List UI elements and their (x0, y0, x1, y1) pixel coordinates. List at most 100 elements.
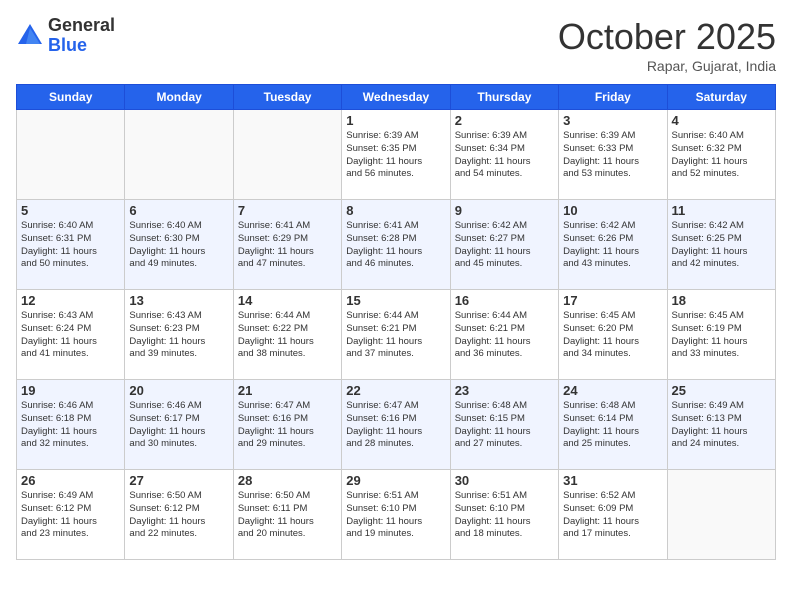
calendar-cell: 14 Sunrise: 6:44 AM Sunset: 6:22 PM Dayli… (233, 290, 341, 380)
calendar-cell: 6Sunrise: 6:40 AM Sunset: 6:30 PM Daylig… (125, 200, 233, 290)
calendar-cell (667, 470, 775, 560)
day-header-friday: Friday (559, 85, 667, 110)
calendar-cell (125, 110, 233, 200)
week-row-3: 12Sunrise: 6:43 AM Sunset: 6:24 PM Dayli… (17, 290, 776, 380)
page: General Blue October 2025 Rapar, Gujarat… (0, 0, 792, 612)
cell-info: Sunrise: 6:39 AM Sunset: 6:34 PM Dayligh… (455, 130, 554, 181)
cell-date: 14 (238, 293, 337, 308)
cell-info: Sunrise: 6:48 AM Sunset: 6:15 PM Dayligh… (455, 400, 554, 451)
calendar-cell: 15 Sunrise: 6:44 AM Sunset: 6:21 PM Dayli… (342, 290, 450, 380)
cell-date: 20 (129, 383, 228, 398)
location: Rapar, Gujarat, India (558, 58, 776, 74)
calendar-cell: 8 Sunrise: 6:41 AM Sunset: 6:28 PM Daylig… (342, 200, 450, 290)
cell-info: Sunrise: 6:51 AM Sunset: 6:10 PM Dayligh… (346, 490, 445, 541)
cell-date: 19 (21, 383, 120, 398)
cell-info: Sunrise: 6:50 AM Sunset: 6:12 PM Dayligh… (129, 490, 228, 541)
calendar-cell: 26Sunrise: 6:49 AM Sunset: 6:12 PM Dayli… (17, 470, 125, 560)
cell-info: Sunrise: 6:47 AM Sunset: 6:16 PM Dayligh… (238, 400, 337, 451)
logo-blue-text: Blue (48, 36, 115, 56)
calendar-cell: 12Sunrise: 6:43 AM Sunset: 6:24 PM Dayli… (17, 290, 125, 380)
calendar-cell: 24 Sunrise: 6:48 AM Sunset: 6:14 PM Dayli… (559, 380, 667, 470)
cell-info: Sunrise: 6:44 AM Sunset: 6:22 PM Dayligh… (238, 310, 337, 361)
calendar-cell: 5 Sunrise: 6:40 AM Sunset: 6:31 PM Daylig… (17, 200, 125, 290)
cell-date: 27 (129, 473, 228, 488)
calendar-cell: 30 Sunrise: 6:51 AM Sunset: 6:10 PM Dayli… (450, 470, 558, 560)
calendar-cell: 23 Sunrise: 6:48 AM Sunset: 6:15 PM Dayli… (450, 380, 558, 470)
cell-date: 1 (346, 113, 445, 128)
calendar-cell: 11 Sunrise: 6:42 AM Sunset: 6:25 PM Dayli… (667, 200, 775, 290)
logo-icon (16, 22, 44, 50)
calendar-cell: 2 Sunrise: 6:39 AM Sunset: 6:34 PM Daylig… (450, 110, 558, 200)
cell-info: Sunrise: 6:43 AM Sunset: 6:24 PM Dayligh… (21, 310, 120, 361)
calendar-cell: 13Sunrise: 6:43 AM Sunset: 6:23 PM Dayli… (125, 290, 233, 380)
logo: General Blue (16, 16, 115, 56)
cell-info: Sunrise: 6:40 AM Sunset: 6:32 PM Dayligh… (672, 130, 771, 181)
cell-info: Sunrise: 6:43 AM Sunset: 6:23 PM Dayligh… (129, 310, 228, 361)
calendar-cell: 1 Sunrise: 6:39 AM Sunset: 6:35 PM Daylig… (342, 110, 450, 200)
cell-date: 30 (455, 473, 554, 488)
day-header-monday: Monday (125, 85, 233, 110)
calendar-cell: 27 Sunrise: 6:50 AM Sunset: 6:12 PM Dayli… (125, 470, 233, 560)
calendar-cell: 4 Sunrise: 6:40 AM Sunset: 6:32 PM Daylig… (667, 110, 775, 200)
calendar-cell (233, 110, 341, 200)
cell-info: Sunrise: 6:42 AM Sunset: 6:25 PM Dayligh… (672, 220, 771, 271)
cell-info: Sunrise: 6:41 AM Sunset: 6:29 PM Dayligh… (238, 220, 337, 271)
calendar-cell: 28Sunrise: 6:50 AM Sunset: 6:11 PM Dayli… (233, 470, 341, 560)
week-row-1: 1 Sunrise: 6:39 AM Sunset: 6:35 PM Daylig… (17, 110, 776, 200)
cell-info: Sunrise: 6:39 AM Sunset: 6:35 PM Dayligh… (346, 130, 445, 181)
calendar-cell: 16 Sunrise: 6:44 AM Sunset: 6:21 PM Dayli… (450, 290, 558, 380)
header: General Blue October 2025 Rapar, Gujarat… (16, 16, 776, 74)
calendar-cell: 20Sunrise: 6:46 AM Sunset: 6:17 PM Dayli… (125, 380, 233, 470)
cell-info: Sunrise: 6:39 AM Sunset: 6:33 PM Dayligh… (563, 130, 662, 181)
cell-date: 24 (563, 383, 662, 398)
header-row: SundayMondayTuesdayWednesdayThursdayFrid… (17, 85, 776, 110)
calendar-cell: 29Sunrise: 6:51 AM Sunset: 6:10 PM Dayli… (342, 470, 450, 560)
cell-info: Sunrise: 6:49 AM Sunset: 6:13 PM Dayligh… (672, 400, 771, 451)
calendar-cell: 3 Sunrise: 6:39 AM Sunset: 6:33 PM Daylig… (559, 110, 667, 200)
calendar-cell: 9 Sunrise: 6:42 AM Sunset: 6:27 PM Daylig… (450, 200, 558, 290)
cell-date: 2 (455, 113, 554, 128)
week-row-2: 5 Sunrise: 6:40 AM Sunset: 6:31 PM Daylig… (17, 200, 776, 290)
calendar-cell: 22 Sunrise: 6:47 AM Sunset: 6:16 PM Dayli… (342, 380, 450, 470)
cell-date: 3 (563, 113, 662, 128)
cell-info: Sunrise: 6:41 AM Sunset: 6:28 PM Dayligh… (346, 220, 445, 271)
cell-date: 25 (672, 383, 771, 398)
calendar-cell (17, 110, 125, 200)
cell-date: 9 (455, 203, 554, 218)
cell-date: 6 (129, 203, 228, 218)
day-header-thursday: Thursday (450, 85, 558, 110)
cell-date: 5 (21, 203, 120, 218)
cell-date: 15 (346, 293, 445, 308)
calendar-cell: 19 Sunrise: 6:46 AM Sunset: 6:18 PM Dayli… (17, 380, 125, 470)
calendar-cell: 21 Sunrise: 6:47 AM Sunset: 6:16 PM Dayli… (233, 380, 341, 470)
cell-info: Sunrise: 6:40 AM Sunset: 6:31 PM Dayligh… (21, 220, 120, 271)
cell-info: Sunrise: 6:44 AM Sunset: 6:21 PM Dayligh… (346, 310, 445, 361)
day-header-saturday: Saturday (667, 85, 775, 110)
cell-info: Sunrise: 6:51 AM Sunset: 6:10 PM Dayligh… (455, 490, 554, 541)
cell-date: 28 (238, 473, 337, 488)
cell-info: Sunrise: 6:48 AM Sunset: 6:14 PM Dayligh… (563, 400, 662, 451)
month-title: October 2025 (558, 16, 776, 58)
cell-date: 11 (672, 203, 771, 218)
week-row-4: 19 Sunrise: 6:46 AM Sunset: 6:18 PM Dayli… (17, 380, 776, 470)
cell-info: Sunrise: 6:49 AM Sunset: 6:12 PM Dayligh… (21, 490, 120, 541)
cell-date: 4 (672, 113, 771, 128)
cell-date: 8 (346, 203, 445, 218)
cell-info: Sunrise: 6:45 AM Sunset: 6:20 PM Dayligh… (563, 310, 662, 361)
week-row-5: 26Sunrise: 6:49 AM Sunset: 6:12 PM Dayli… (17, 470, 776, 560)
cell-info: Sunrise: 6:45 AM Sunset: 6:19 PM Dayligh… (672, 310, 771, 361)
cell-info: Sunrise: 6:42 AM Sunset: 6:27 PM Dayligh… (455, 220, 554, 271)
cell-date: 22 (346, 383, 445, 398)
cell-info: Sunrise: 6:47 AM Sunset: 6:16 PM Dayligh… (346, 400, 445, 451)
cell-info: Sunrise: 6:44 AM Sunset: 6:21 PM Dayligh… (455, 310, 554, 361)
calendar-cell: 31Sunrise: 6:52 AM Sunset: 6:09 PM Dayli… (559, 470, 667, 560)
title-block: October 2025 Rapar, Gujarat, India (558, 16, 776, 74)
day-header-tuesday: Tuesday (233, 85, 341, 110)
cell-info: Sunrise: 6:52 AM Sunset: 6:09 PM Dayligh… (563, 490, 662, 541)
day-header-wednesday: Wednesday (342, 85, 450, 110)
cell-info: Sunrise: 6:46 AM Sunset: 6:18 PM Dayligh… (21, 400, 120, 451)
logo-general-text: General (48, 16, 115, 36)
cell-date: 23 (455, 383, 554, 398)
cell-date: 16 (455, 293, 554, 308)
cell-date: 21 (238, 383, 337, 398)
